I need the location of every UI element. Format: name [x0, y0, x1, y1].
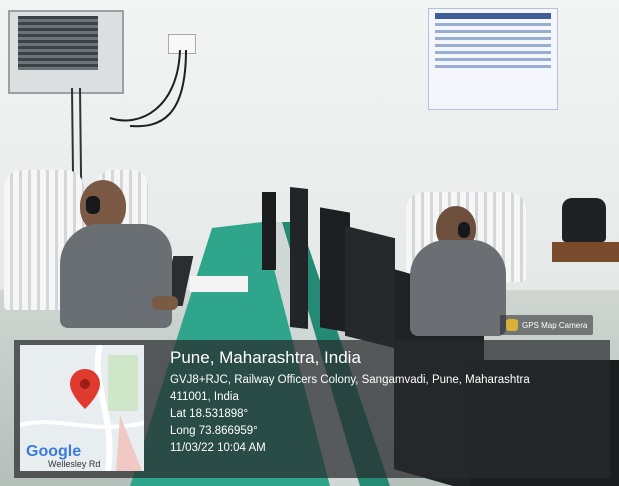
location-stamp: Google Wellesley Rd Pune, Maharashtra, I…	[14, 340, 610, 478]
location-title: Pune, Maharashtra, India	[170, 348, 361, 367]
datetime: 11/03/22 10:04 AM	[170, 442, 266, 454]
monitor	[345, 225, 395, 349]
camera-icon	[506, 319, 518, 331]
person-left-hand	[152, 296, 178, 310]
location-info: Pune, Maharashtra, India GVJ8+RJC, Railw…	[170, 348, 600, 457]
person-right-suit	[410, 240, 506, 336]
map-road-label: Wellesley Rd	[48, 459, 101, 469]
person-left-suit	[60, 224, 172, 328]
address-line-1: GVJ8+RJC, Railway Officers Colony, Sanga…	[170, 374, 530, 386]
paper-sheet	[190, 276, 248, 292]
headphones-right	[458, 222, 470, 238]
badge-label: GPS Map Camera	[522, 320, 588, 330]
map-thumbnail: Google Wellesley Rd	[20, 345, 144, 471]
latitude: Lat 18.531898°	[170, 408, 249, 420]
monitor	[290, 187, 308, 329]
gps-camera-badge: GPS Map Camera	[500, 315, 594, 335]
monitor	[262, 192, 276, 270]
longitude: Long 73.866959°	[170, 425, 258, 437]
location-pin-icon	[70, 369, 100, 409]
headphones-left	[86, 196, 100, 214]
address-line-2: 411001, India	[170, 391, 239, 403]
lab-photo: GPS Map Camera Google Wellesley Rd Pune,…	[0, 0, 619, 486]
